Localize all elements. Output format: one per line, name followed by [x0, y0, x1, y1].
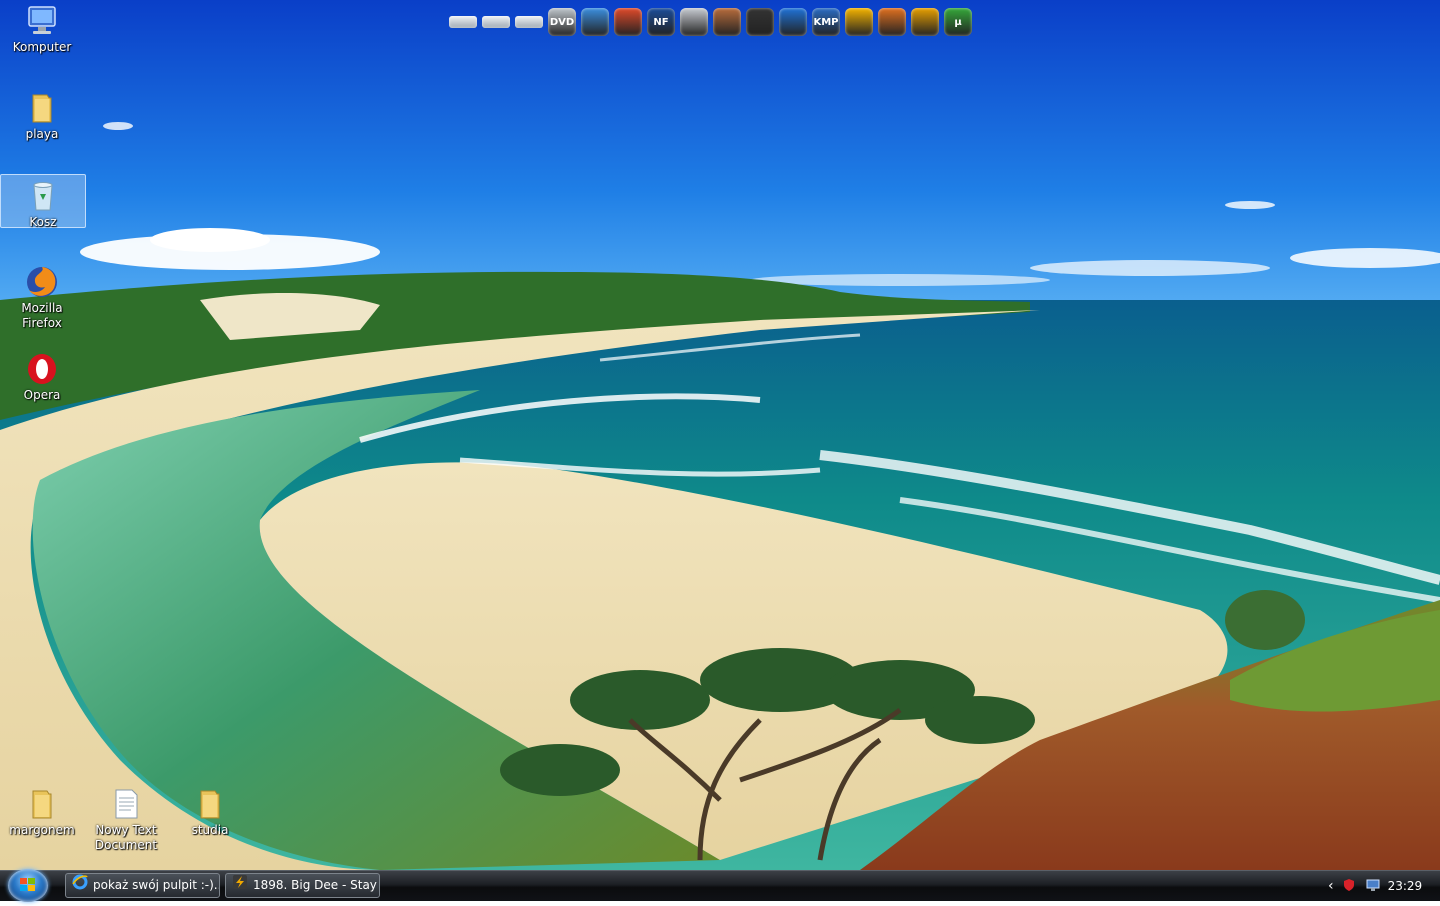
dock-app-13[interactable] — [876, 6, 908, 38]
disc-icon — [680, 8, 708, 36]
desktop-icon-computer[interactable]: Komputer — [0, 0, 84, 55]
beach-landscape — [0, 0, 1440, 870]
dock-app-7[interactable] — [678, 6, 710, 38]
taskbar-button-winamp[interactable]: 1898. Big Dee - Stay ... — [225, 873, 380, 898]
winamp-icon — [911, 8, 939, 36]
dock-app-11[interactable]: KMP — [810, 6, 842, 38]
dock-app-5[interactable] — [612, 6, 644, 38]
desktop-icon-text-document[interactable]: Nowy Text Document — [84, 783, 168, 853]
tray-expand-arrow-icon[interactable]: ‹ — [1328, 878, 1334, 894]
taskbar: pokaż swój pulpit :-)... 1898. Big Dee -… — [0, 869, 1440, 902]
app-dock: DVD NF KMP µ — [447, 6, 974, 40]
drive-icon — [449, 16, 477, 28]
gadu-gadu-icon — [845, 8, 873, 36]
folder-icon — [25, 787, 59, 821]
ccleaner-icon — [614, 8, 642, 36]
start-button[interactable] — [8, 869, 48, 902]
firefox-icon — [25, 265, 59, 299]
dock-app-10[interactable] — [777, 6, 809, 38]
desktop-icon-folder-studia[interactable]: studia — [168, 783, 252, 838]
game-icon — [746, 8, 774, 36]
desktop-icon-folder-playa[interactable]: playa — [0, 87, 84, 142]
dock-app-1[interactable] — [480, 6, 512, 38]
desktop-icon-recycle-bin[interactable]: Kosz — [0, 174, 86, 229]
desktop-icon-label: playa — [25, 127, 59, 141]
dock-app-8[interactable] — [711, 6, 743, 38]
text-document-icon — [109, 787, 143, 821]
desktop-icon-label: studia — [191, 823, 229, 837]
media-app-icon: NF — [647, 8, 675, 36]
taskbar-button-label: 1898. Big Dee - Stay ... — [253, 878, 380, 892]
computer-icon — [25, 4, 59, 38]
dock-app-2[interactable] — [513, 6, 545, 38]
network-icon[interactable] — [1366, 877, 1380, 896]
desktop-icon-folder-margonem[interactable]: margonem — [0, 783, 84, 838]
drive-icon — [482, 16, 510, 28]
dock-app-15[interactable]: µ — [942, 6, 974, 38]
kmplayer-icon: KMP — [812, 8, 840, 36]
opera-icon — [25, 352, 59, 386]
winamp-icon — [232, 874, 248, 897]
desktop-icon-label: Komputer — [12, 40, 72, 54]
windows-logo-icon — [20, 878, 35, 891]
desktop-icon-label: Nowy Text Document — [94, 823, 158, 852]
game-icon — [713, 8, 741, 36]
desktop-icon-label: Kosz — [29, 215, 57, 229]
desktop-icon-label: Mozilla Firefox — [21, 301, 63, 330]
desktop-wallpaper — [0, 0, 1440, 870]
drive-icon — [515, 16, 543, 28]
clock[interactable]: 23:29 — [1388, 879, 1423, 893]
daemon-tools-icon — [779, 8, 807, 36]
security-shield-icon[interactable] — [1342, 877, 1356, 896]
folder-icon — [25, 91, 59, 125]
desktop-icon-label: margonem — [9, 823, 75, 837]
dock-app-3[interactable]: DVD — [546, 6, 578, 38]
desktop-icon-opera[interactable]: Opera — [0, 348, 84, 403]
dock-app-12[interactable] — [843, 6, 875, 38]
dock-app-14[interactable] — [909, 6, 941, 38]
dock-app-9[interactable] — [744, 6, 776, 38]
desktop-icon-firefox[interactable]: Mozilla Firefox — [0, 261, 84, 331]
ie-icon — [72, 874, 88, 897]
utorrent-icon: µ — [944, 8, 972, 36]
desktop-icon-label: Opera — [23, 388, 61, 402]
folder-icon — [193, 787, 227, 821]
dock-app-0[interactable] — [447, 6, 479, 38]
taskbar-button-label: pokaż swój pulpit :-)... — [93, 878, 220, 892]
dock-app-4[interactable] — [579, 6, 611, 38]
dock-app-6[interactable]: NF — [645, 6, 677, 38]
edit-tool-icon — [581, 8, 609, 36]
media-app-icon — [878, 8, 906, 36]
dvd-drive-icon: DVD — [548, 8, 576, 36]
taskbar-button-browser[interactable]: pokaż swój pulpit :-)... — [65, 873, 220, 898]
system-tray: ‹ 23:29 — [1328, 871, 1440, 901]
recycle-bin-icon — [26, 179, 60, 213]
